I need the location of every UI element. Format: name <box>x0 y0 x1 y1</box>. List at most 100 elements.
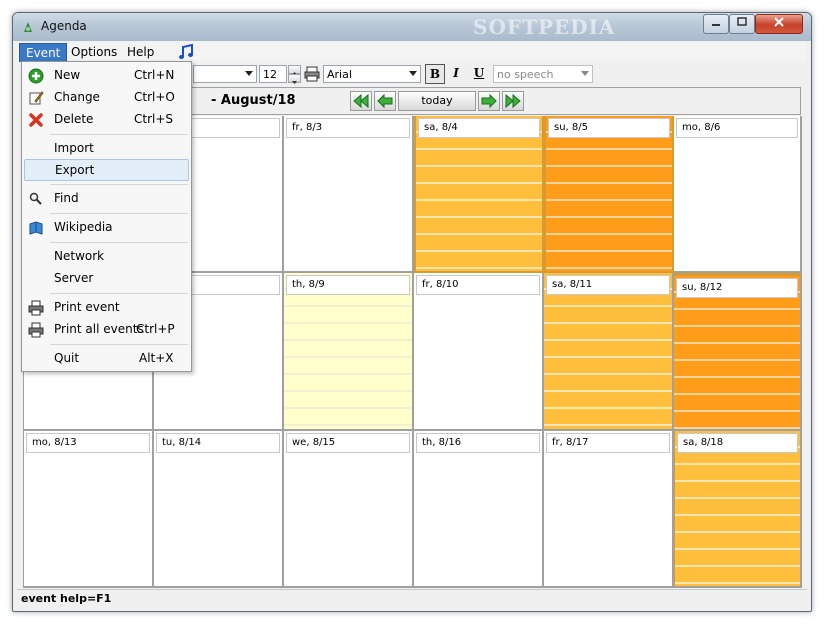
arrow-right-icon <box>481 93 497 109</box>
menu-separator <box>50 242 188 243</box>
menu-separator <box>50 293 188 294</box>
printer-icon <box>28 322 44 338</box>
delete-icon <box>29 113 43 127</box>
day-cell[interactable]: sa, 8/4 <box>414 116 544 273</box>
day-header: fr, 8/17 <box>546 433 670 453</box>
day-header: sa, 8/4 <box>418 118 540 138</box>
music-note-icon[interactable] <box>177 43 195 61</box>
menu-help[interactable]: Help <box>121 43 160 61</box>
day-cell[interactable]: sa, 8/18 <box>674 431 802 588</box>
menu-item-label: Wikipedia <box>54 220 113 234</box>
menu-item-label: Print event <box>54 300 120 314</box>
menu-item-find[interactable]: Find <box>24 188 189 210</box>
speech-dropdown[interactable]: no speech <box>493 65 593 83</box>
day-header: su, 8/5 <box>548 118 670 138</box>
day-cell[interactable]: sa, 8/11 <box>544 273 674 431</box>
day-header: th, 8/9 <box>286 275 410 295</box>
font-size-down[interactable] <box>288 74 301 84</box>
book-icon <box>29 221 43 235</box>
softpedia-watermark: SOFTPEDIA <box>473 15 616 39</box>
agenda-app-icon <box>24 22 32 32</box>
event-menu: New Ctrl+N Change Ctrl+O Delete Ctrl+S I… <box>21 61 192 372</box>
day-cell[interactable]: su, 8/12 <box>674 273 802 431</box>
day-cell[interactable]: fr, 8/10 <box>414 273 544 431</box>
menu-item-label: Server <box>54 271 94 285</box>
menu-item-print-event[interactable]: Print event <box>24 297 189 319</box>
font-name-dropdown[interactable]: Arial <box>323 65 421 83</box>
day-cell[interactable]: tu, 8/14 <box>154 431 284 588</box>
menu-item-shortcut: Ctrl+N <box>134 68 175 82</box>
add-icon <box>28 68 44 84</box>
menu-bar: Event Options Help <box>17 42 807 63</box>
day-cell[interactable]: fr, 8/3 <box>284 116 414 273</box>
status-bar: event help=F1 <box>17 589 807 608</box>
menu-item-new[interactable]: New Ctrl+N <box>24 65 189 87</box>
menu-item-network[interactable]: Network <box>24 246 189 268</box>
status-text: event help=F1 <box>21 592 112 605</box>
menu-item-label: Import <box>54 141 94 155</box>
menu-item-import[interactable]: Import <box>24 138 189 160</box>
close-button[interactable] <box>755 14 803 34</box>
menu-item-export[interactable]: Export <box>24 159 189 181</box>
chevron-down-icon <box>581 71 589 76</box>
bold-button[interactable]: B <box>425 64 445 84</box>
menu-item-shortcut: Ctrl+S <box>134 112 174 126</box>
day-cell[interactable]: su, 8/5 <box>544 116 674 273</box>
menu-event[interactable]: Event <box>19 43 68 63</box>
day-header: fr, 8/10 <box>416 275 540 295</box>
underline-button[interactable]: U <box>469 64 489 84</box>
next-month-button[interactable] <box>502 91 524 111</box>
italic-button[interactable]: I <box>446 64 466 84</box>
close-icon <box>774 17 784 27</box>
menu-item-wikipedia[interactable]: Wikipedia <box>24 217 189 239</box>
day-cell[interactable]: mo, 8/13 <box>24 431 154 588</box>
menu-item-change[interactable]: Change Ctrl+O <box>24 87 189 109</box>
day-header: tu, 8/14 <box>156 433 280 453</box>
day-cell[interactable]: th, 8/9 <box>284 273 414 431</box>
prev-month-button[interactable] <box>350 91 372 111</box>
double-arrow-left-icon <box>353 93 369 109</box>
menu-item-server[interactable]: Server <box>24 268 189 290</box>
menu-item-shortcut: Ctrl+O <box>134 90 175 104</box>
printer-icon[interactable] <box>303 65 321 83</box>
chevron-down-icon <box>245 71 253 76</box>
day-header: we, 8/15 <box>286 433 410 453</box>
menu-item-label: Print all events <box>54 322 144 336</box>
maximize-button[interactable] <box>729 14 755 34</box>
menu-item-quit[interactable]: Quit Alt+X <box>24 348 189 370</box>
menu-item-delete[interactable]: Delete Ctrl+S <box>24 109 189 131</box>
menu-item-label: Network <box>54 249 105 263</box>
menu-item-label: Quit <box>54 351 80 365</box>
menu-item-label: New <box>54 68 81 82</box>
maximize-icon <box>737 17 747 26</box>
title-bar: Agenda SOFTPEDIA <box>13 13 811 41</box>
window-title: Agenda <box>41 19 87 33</box>
font-size-field[interactable]: 12 <box>259 65 287 83</box>
chevron-down-icon <box>292 81 297 84</box>
day-cell[interactable]: mo, 8/6 <box>674 116 802 273</box>
chevron-down-icon <box>409 71 417 76</box>
double-arrow-right-icon <box>505 93 521 109</box>
day-header: mo, 8/13 <box>26 433 150 453</box>
day-header: sa, 8/18 <box>677 433 798 453</box>
menu-item-label: Change <box>54 90 100 104</box>
menu-separator <box>50 184 188 185</box>
day-cell[interactable]: th, 8/16 <box>414 431 544 588</box>
today-button[interactable]: today <box>398 91 476 111</box>
menu-item-shortcut: Alt+X <box>139 351 174 365</box>
menu-item-print-all-events[interactable]: Print all events Ctrl+P <box>24 319 189 341</box>
next-day-button[interactable] <box>478 91 500 111</box>
font-size-up[interactable] <box>288 65 301 75</box>
day-cell[interactable]: we, 8/15 <box>284 431 414 588</box>
minimize-button[interactable] <box>703 14 729 34</box>
day-header: sa, 8/11 <box>546 275 670 295</box>
day-header: mo, 8/6 <box>676 118 798 138</box>
menu-options[interactable]: Options <box>65 43 123 61</box>
arrow-left-icon <box>377 93 393 109</box>
search-icon <box>29 192 42 205</box>
day-cell[interactable]: fr, 8/17 <box>544 431 674 588</box>
font-color-dropdown[interactable] <box>193 65 257 83</box>
prev-day-button[interactable] <box>374 91 396 111</box>
font-name-value: Arial <box>327 68 352 81</box>
menu-separator <box>50 213 188 214</box>
